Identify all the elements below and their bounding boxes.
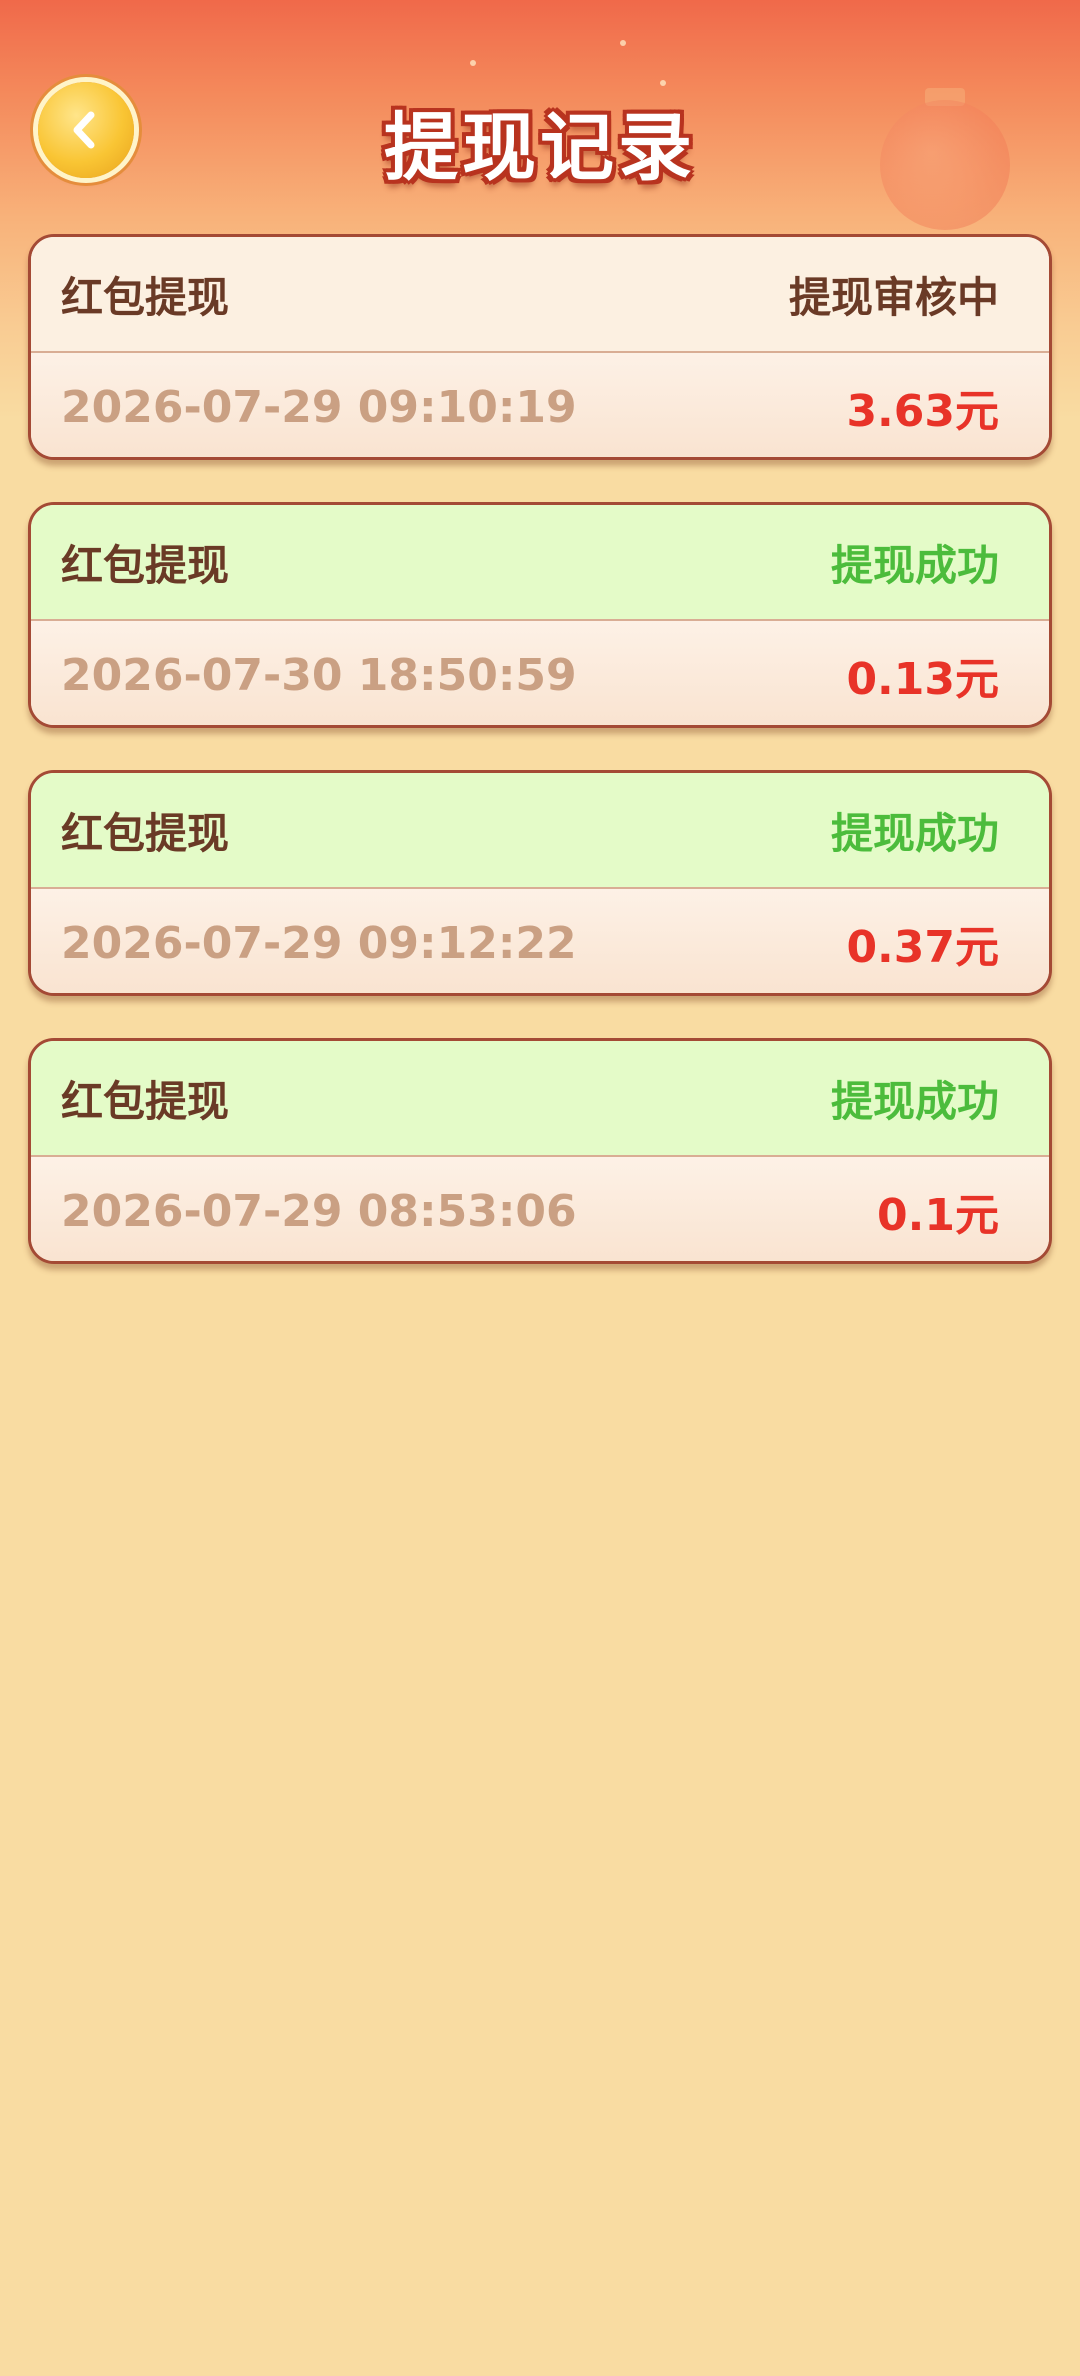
record-status: 提现成功 (830, 808, 999, 858)
record-card-header: 红包提现 提现成功 (31, 1041, 1049, 1157)
record-list: 红包提现 提现审核中 2026-07-29 09:10:19 3.63元 红包提… (28, 234, 1052, 1306)
record-card-body: 2026-07-29 09:12:22 0.37元 (31, 889, 1049, 993)
record-time: 2026-07-29 08:53:06 (61, 1185, 577, 1237)
sparkle-decoration (620, 40, 626, 46)
record-time: 2026-07-29 09:10:19 (61, 381, 577, 433)
record-card-header: 红包提现 提现成功 (31, 505, 1049, 621)
page-title: 提现记录 (384, 105, 696, 191)
record-amount: 0.37元 (846, 922, 999, 973)
record-type: 红包提现 (61, 1076, 230, 1126)
record-card-header: 红包提现 提现成功 (31, 773, 1049, 889)
record-card[interactable]: 红包提现 提现审核中 2026-07-29 09:10:19 3.63元 (28, 234, 1052, 460)
record-card-header: 红包提现 提现审核中 (31, 237, 1049, 353)
sparkle-decoration (660, 80, 666, 86)
record-card-body: 2026-07-29 08:53:06 0.1元 (31, 1157, 1049, 1261)
sparkle-decoration (470, 60, 476, 66)
record-card[interactable]: 红包提现 提现成功 2026-07-30 18:50:59 0.13元 (28, 502, 1052, 728)
record-type: 红包提现 (61, 808, 230, 858)
record-status: 提现成功 (830, 540, 999, 590)
record-type: 红包提现 (61, 272, 230, 322)
record-amount: 0.1元 (877, 1190, 999, 1241)
record-status: 提现成功 (830, 1076, 999, 1126)
record-card[interactable]: 红包提现 提现成功 2026-07-29 08:53:06 0.1元 (28, 1038, 1052, 1264)
record-card-body: 2026-07-30 18:50:59 0.13元 (31, 621, 1049, 725)
record-type: 红包提现 (61, 540, 230, 590)
record-status: 提现审核中 (788, 272, 999, 322)
record-time: 2026-07-30 18:50:59 (61, 649, 577, 701)
record-amount: 0.13元 (846, 654, 999, 705)
record-card[interactable]: 红包提现 提现成功 2026-07-29 09:12:22 0.37元 (28, 770, 1052, 996)
record-time: 2026-07-29 09:12:22 (61, 917, 577, 969)
record-amount: 3.63元 (846, 386, 999, 437)
record-card-body: 2026-07-29 09:10:19 3.63元 (31, 353, 1049, 457)
